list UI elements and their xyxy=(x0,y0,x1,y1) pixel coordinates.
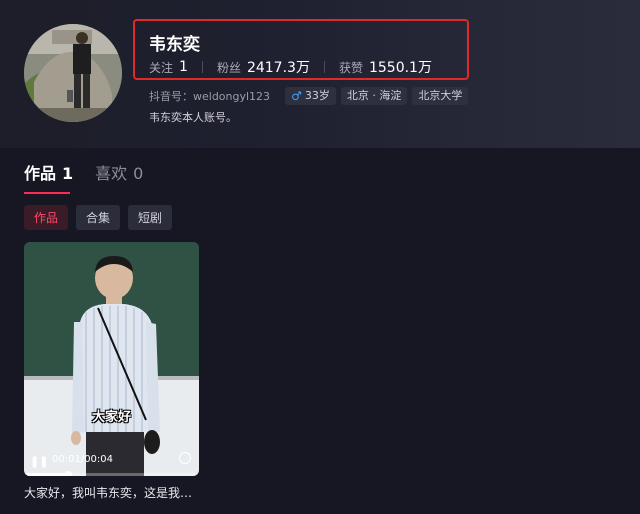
stat-value: 1550.1万 xyxy=(368,60,432,76)
chip-short-drama[interactable]: 短剧 xyxy=(128,205,173,230)
stat-label: 粉丝 xyxy=(216,60,241,75)
profile-meta-row: 抖音号：weldongyl123 ♂ 33岁 北京 · 海淀 北京大学 xyxy=(149,87,469,105)
progress-fill xyxy=(24,473,68,476)
stat-value: 1 xyxy=(179,59,188,75)
stat-label: 获赞 xyxy=(338,60,363,75)
video-progress-bar[interactable] xyxy=(24,471,199,476)
stat-divider xyxy=(201,61,203,73)
location-tag: 北京 · 海淀 xyxy=(340,87,408,105)
school-tag: 北京大学 xyxy=(412,87,469,105)
avatar[interactable] xyxy=(24,24,122,122)
profile-stats: 关注 1 粉丝 2417.3万 获赞 1550.1万 xyxy=(149,57,432,77)
age-label: 33岁 xyxy=(304,89,330,102)
douyin-id: 抖音号：weldongyl123 xyxy=(149,90,271,103)
stat-value: 2417.3万 xyxy=(246,60,310,76)
play-icon[interactable]: ❚❚ xyxy=(30,455,48,468)
tab-count: 1 xyxy=(62,164,74,183)
tab-likes[interactable]: 喜欢 0 xyxy=(95,160,143,194)
filter-chips: 作品 合集 短剧 xyxy=(24,205,173,230)
tab-works[interactable]: 作品 1 xyxy=(24,160,73,194)
chip-works[interactable]: 作品 xyxy=(24,205,69,230)
fullscreen-icon[interactable] xyxy=(179,452,191,464)
stat-label: 关注 xyxy=(149,60,174,75)
chip-collections[interactable]: 合集 xyxy=(76,205,121,230)
video-caption-overlay: 大家好 xyxy=(91,410,132,425)
video-title[interactable]: 大家好，我叫韦东奕，这是我… xyxy=(24,484,202,501)
progress-knob[interactable] xyxy=(64,471,72,476)
video-thumbnail xyxy=(24,242,199,476)
gender-age-tag: ♂ 33岁 xyxy=(285,87,336,105)
male-icon: ♂ xyxy=(291,89,302,103)
video-time: 00:01/00:04 xyxy=(52,454,114,465)
stat-following[interactable]: 关注 1 xyxy=(149,59,188,76)
bio: 韦东奕本人账号。 xyxy=(149,111,237,124)
stat-divider xyxy=(323,61,325,73)
tab-count: 0 xyxy=(133,164,144,183)
tab-label: 作品 xyxy=(24,164,57,183)
stat-likes: 获赞 1550.1万 xyxy=(339,57,432,77)
video-card[interactable]: 大家好 ❚❚ 00:01/00:04 xyxy=(24,242,199,476)
content-tabs: 作品 1 喜欢 0 xyxy=(24,160,143,194)
nickname: 韦东奕 xyxy=(149,35,200,55)
stat-followers[interactable]: 粉丝 2417.3万 xyxy=(217,57,310,77)
tab-label: 喜欢 xyxy=(95,164,128,183)
